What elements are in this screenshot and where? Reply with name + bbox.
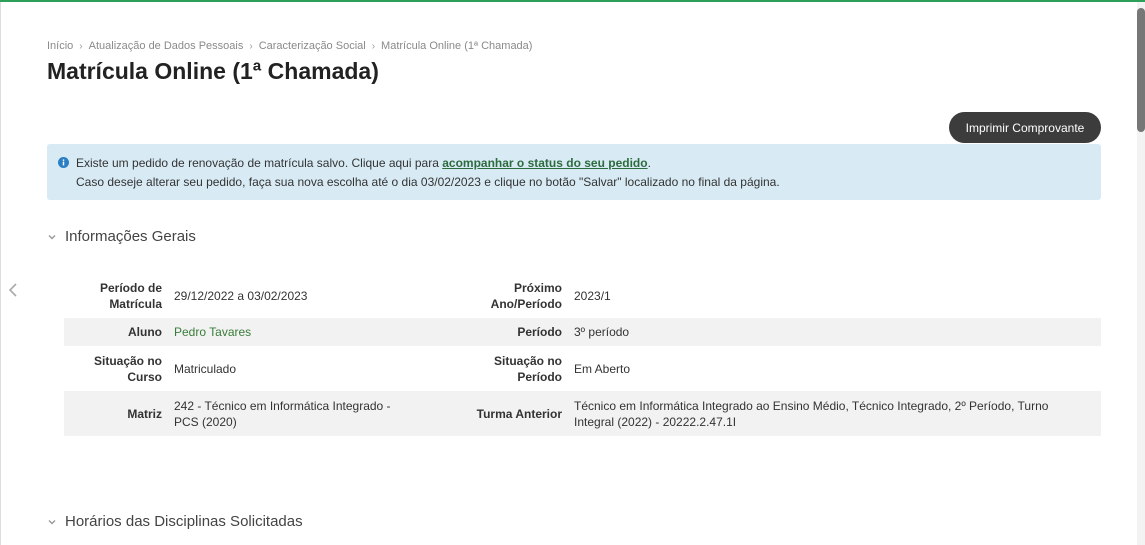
chevron-right-icon: › [249,41,253,52]
periodo-value: 3º período [574,325,630,339]
breadcrumb-item-caracterizacao[interactable]: Caracterização Social [259,40,366,52]
print-receipt-button[interactable]: Imprimir Comprovante [949,112,1101,143]
situacao-periodo-value: Em Aberto [574,361,631,376]
alert-line-2: Caso deseje alterar seu pedido, faça sua… [76,175,780,189]
matriz-value: 242 - Técnico em Informática Integrado -… [174,398,391,429]
label-cell: Aluno [128,325,162,339]
left-panel-edge [0,2,1,545]
label-cell: Situação no Período [493,353,562,384]
breadcrumb: Início › Atualização de Dados Pessoais › Car… [47,40,532,52]
chevron-right-icon: › [79,41,83,52]
breadcrumb-item-current: Matrícula Online (1ª Chamada) [381,40,533,52]
aluno-value[interactable]: Pedro Tavares [162,318,410,346]
section-title: Informações Gerais [65,228,196,245]
scrollbar-thumb[interactable] [1137,8,1145,132]
chevron-right-icon: › [371,41,376,52]
alert-text-prefix: Existe um pedido de renovação de matrícu… [76,156,443,170]
status-link[interactable]: acompanhar o status do seu pedido [442,156,647,170]
proximo-ano-value: 2023/1 [574,288,611,303]
breadcrumb-item-inicio[interactable]: Início [47,40,73,52]
section-general-info[interactable]: Informações Gerais [47,228,196,245]
alert-text-suffix: . [647,156,651,170]
section-title: Horários das Disciplinas Solicitadas [65,513,303,530]
chevron-down-icon [48,519,56,524]
general-info-table: Período de Matrícula 29/12/2022 a 03/02/2… [64,273,1101,436]
label-cell: Período [517,325,562,339]
table-row: Aluno Pedro Tavares Período 3º período [64,318,1101,346]
label-cell: Situação no Curso [93,353,162,384]
page-title: Matrícula Online (1ª Chamada) [47,58,379,84]
chevron-down-icon [48,234,56,239]
alert-line-1: Existe um pedido de renovação de matrícu… [76,154,1089,173]
periodo-matricula-value: 29/12/2022 a 03/02/2023 [174,288,308,303]
table-row: Período de Matrícula 29/12/2022 a 03/02/2… [64,273,1101,318]
section-schedule[interactable]: Horários das Disciplinas Solicitadas [47,513,303,530]
table-row: Situação no Curso Matriculado Situação no… [64,346,1101,391]
label-cell: Turma Anterior [476,406,562,421]
info-icon [58,157,69,168]
top-accent-bar [0,0,1145,2]
breadcrumb-item-dados-pessoais[interactable]: Atualização de Dados Pessoais [89,40,244,52]
scrollbar[interactable] [1137,2,1145,545]
label-cell: Matriz [127,406,162,421]
info-alert: Existe um pedido de renovação de matrícu… [47,144,1101,200]
chevron-left-icon[interactable] [6,280,20,300]
turma-anterior-value: Técnico em Informática Integrado ao Ensi… [574,398,1049,429]
label-cell: Período de Matrícula [99,280,162,311]
situacao-curso-value: Matriculado [174,361,237,376]
label-cell: Próximo Ano/Período [490,280,562,311]
table-row: Matriz 242 - Técnico em Informática Inte… [64,391,1101,436]
